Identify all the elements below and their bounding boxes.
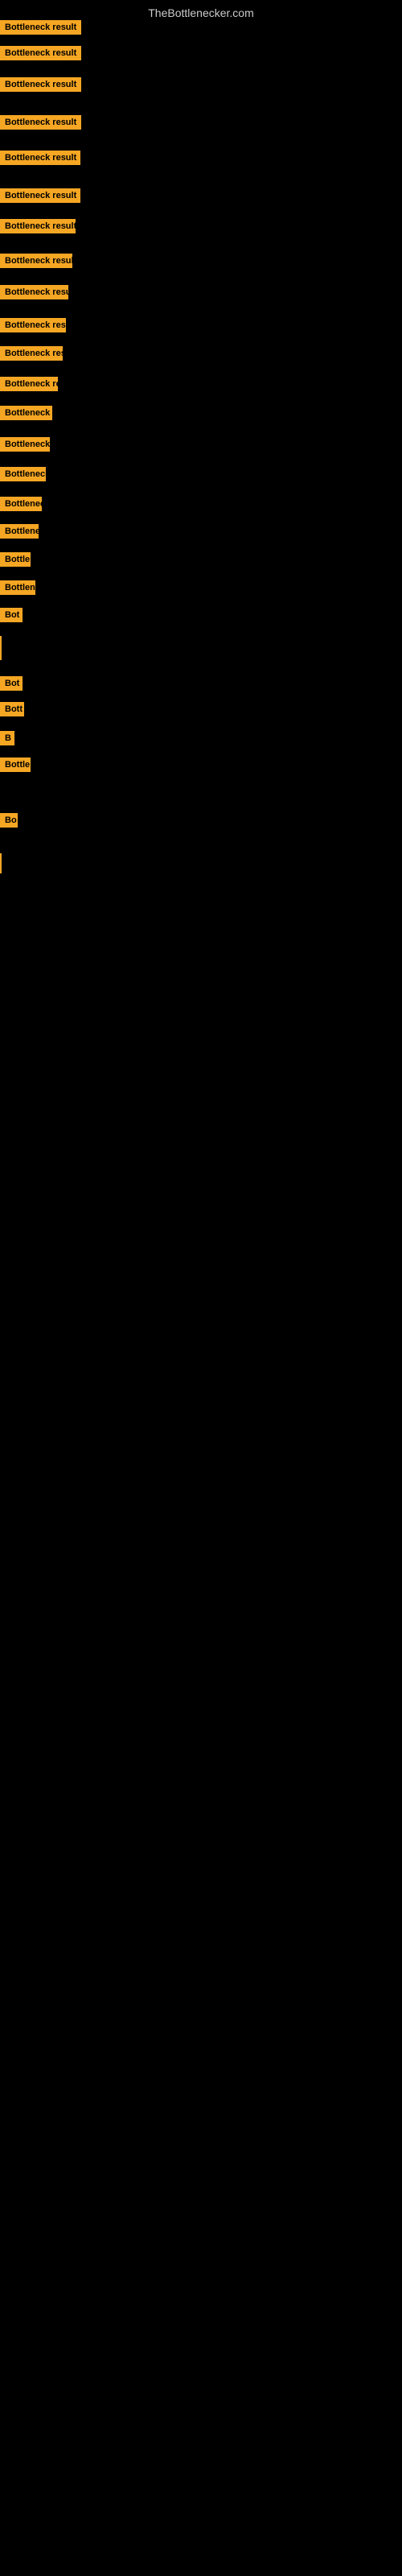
vertical-line-2 [0,853,2,873]
bottleneck-result-badge-16: Bottleneck re [0,497,42,515]
bottleneck-result-badge-10: Bottleneck result [0,318,66,336]
bottleneck-result-badge-19: Bottlenec [0,580,35,599]
bottleneck-result-badge-18: Bottle [0,552,31,571]
bottleneck-result-badge-3: Bottleneck result [0,77,81,96]
bottleneck-result-badge-4: Bottleneck result [0,115,81,134]
bottleneck-result-badge-24: Bottle [0,758,31,776]
bottleneck-result-badge-7: Bottleneck result [0,219,76,237]
bottleneck-result-badge-2: Bottleneck result [0,46,81,64]
bottleneck-result-badge-20: Bot [0,608,23,626]
bottleneck-result-badge-13: Bottleneck res [0,406,52,424]
vertical-line-1 [0,636,2,660]
bottleneck-result-badge-23: B [0,731,14,749]
bottleneck-result-badge-25: Bo [0,813,18,832]
bottleneck-result-badge-15: Bottleneck res [0,467,46,485]
bottleneck-result-badge-14: Bottleneck res [0,437,50,456]
bottleneck-result-badge-22: Bott [0,702,24,720]
bottleneck-result-badge-8: Bottleneck result [0,254,72,272]
bottleneck-result-badge-9: Bottleneck result [0,285,68,303]
bottleneck-result-badge-12: Bottleneck resul [0,377,58,395]
bottleneck-result-badge-11: Bottleneck result [0,346,63,365]
bottleneck-result-badge-1: Bottleneck result [0,20,81,39]
bottleneck-result-badge-5: Bottleneck result [0,151,80,169]
bottleneck-result-badge-6: Bottleneck result [0,188,80,207]
bottleneck-result-badge-17: Bottleneck [0,524,39,543]
bottleneck-result-badge-21: Bot [0,676,23,695]
